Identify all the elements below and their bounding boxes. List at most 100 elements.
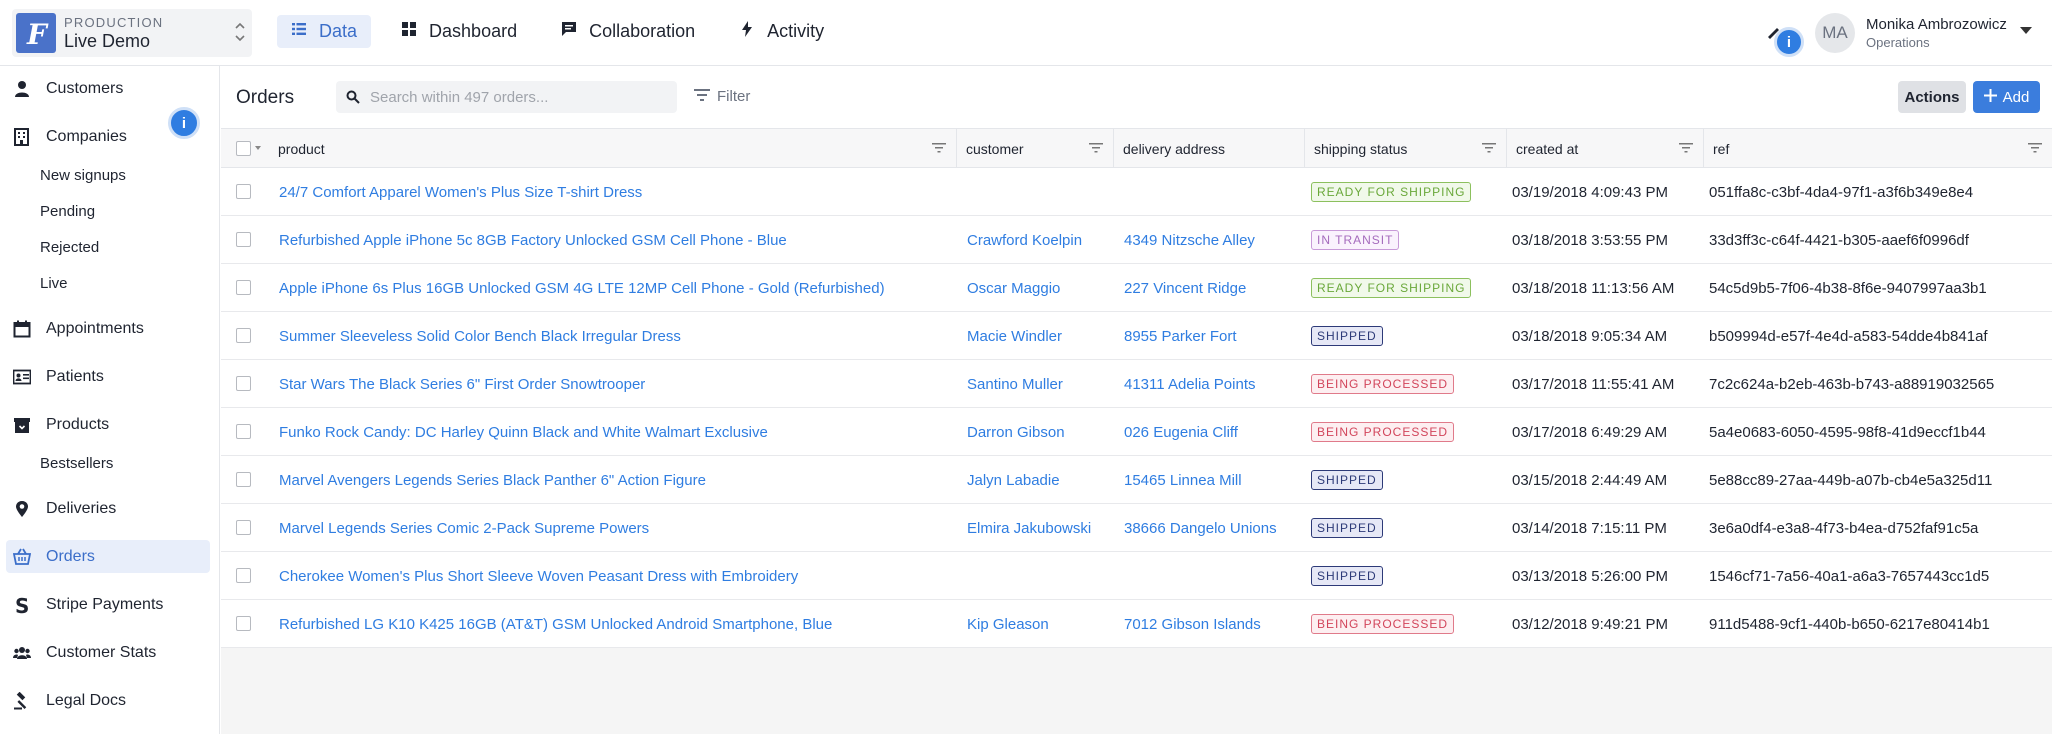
- nav-data[interactable]: Data: [277, 15, 372, 48]
- column-header-shipping-status[interactable]: shipping status: [1305, 129, 1507, 168]
- sidebar-subitem-bestsellers[interactable]: Bestsellers: [40, 455, 113, 472]
- customer-link[interactable]: Kip Gleason: [967, 600, 1107, 648]
- row-checkbox[interactable]: [236, 184, 251, 199]
- column-header-product[interactable]: product: [269, 129, 957, 168]
- delivery-address-link[interactable]: 7012 Gibson Islands: [1124, 600, 1304, 648]
- select-all-checkbox[interactable]: [236, 141, 251, 156]
- nav-dashboard[interactable]: Dashboard: [387, 15, 531, 48]
- row-checkbox[interactable]: [236, 328, 251, 343]
- product-link[interactable]: Refurbished Apple iPhone 5c 8GB Factory …: [279, 216, 949, 264]
- add-button[interactable]: Add: [1973, 81, 2040, 113]
- sidebar-item-patients[interactable]: Patients: [6, 360, 210, 393]
- delivery-address-link[interactable]: 4349 Nitzsche Alley: [1124, 216, 1304, 264]
- product-link[interactable]: Star Wars The Black Series 6" First Orde…: [279, 360, 949, 408]
- actions-button[interactable]: Actions: [1898, 81, 1966, 113]
- product-link[interactable]: Apple iPhone 6s Plus 16GB Unlocked GSM 4…: [279, 264, 949, 312]
- nav-collaboration[interactable]: Collaboration: [547, 15, 709, 48]
- table-row[interactable]: Cherokee Women's Plus Short Sleeve Woven…: [221, 552, 2052, 600]
- sidebar-subitem-pending[interactable]: Pending: [40, 203, 95, 220]
- column-filter-icon[interactable]: [932, 143, 946, 153]
- table-row[interactable]: Marvel Legends Series Comic 2-Pack Supre…: [221, 504, 2052, 552]
- delivery-address-link[interactable]: [1124, 552, 1304, 600]
- avatar[interactable]: MA: [1815, 13, 1855, 53]
- sidebar-subitem-rejected[interactable]: Rejected: [40, 239, 99, 256]
- customer-link[interactable]: Elmira Jakubowski: [967, 504, 1107, 552]
- search-box[interactable]: [336, 81, 677, 113]
- column-header-ref[interactable]: ref: [1704, 129, 2052, 168]
- customer-link[interactable]: Jalyn Labadie: [967, 456, 1107, 504]
- table-row[interactable]: Star Wars The Black Series 6" First Orde…: [221, 360, 2052, 408]
- calendar-icon: [12, 319, 32, 339]
- column-filter-icon[interactable]: [2028, 143, 2042, 153]
- delivery-address-link[interactable]: 8955 Parker Fort: [1124, 312, 1304, 360]
- product-link[interactable]: 24/7 Comfort Apparel Women's Plus Size T…: [279, 168, 949, 216]
- delivery-address-link[interactable]: 15465 Linnea Mill: [1124, 456, 1304, 504]
- sidebar-item-label: Customers: [46, 79, 124, 97]
- row-checkbox[interactable]: [236, 472, 251, 487]
- column-filter-icon[interactable]: [1679, 143, 1693, 153]
- delivery-address-link[interactable]: [1124, 168, 1304, 216]
- table-row[interactable]: Apple iPhone 6s Plus 16GB Unlocked GSM 4…: [221, 264, 2052, 312]
- customer-link[interactable]: [967, 552, 1107, 600]
- shipping-status-cell: SHIPPED: [1311, 312, 1501, 360]
- column-label: ref: [1713, 140, 1730, 157]
- row-checkbox[interactable]: [236, 424, 251, 439]
- sidebar-item-legal-docs[interactable]: Legal Docs: [6, 684, 210, 717]
- info-icon[interactable]: i: [168, 107, 200, 139]
- filter-icon: [694, 88, 710, 105]
- product-link[interactable]: Marvel Avengers Legends Series Black Pan…: [279, 456, 949, 504]
- column-filter-icon[interactable]: [1482, 143, 1496, 153]
- product-link[interactable]: Funko Rock Candy: DC Harley Quinn Black …: [279, 408, 949, 456]
- column-header-created-at[interactable]: created at: [1507, 129, 1704, 168]
- row-checkbox[interactable]: [236, 376, 251, 391]
- customer-link[interactable]: Santino Muller: [967, 360, 1107, 408]
- sidebar-item-appointments[interactable]: Appointments: [6, 312, 210, 345]
- filter-button[interactable]: Filter: [694, 88, 750, 105]
- table-row[interactable]: Funko Rock Candy: DC Harley Quinn Black …: [221, 408, 2052, 456]
- sidebar-item-stripe-payments[interactable]: S Stripe Payments: [6, 588, 210, 621]
- shipping-status-cell: SHIPPED: [1311, 456, 1501, 504]
- row-checkbox[interactable]: [236, 280, 251, 295]
- row-checkbox[interactable]: [236, 568, 251, 583]
- column-header-customer[interactable]: customer: [957, 129, 1114, 168]
- row-checkbox[interactable]: [236, 616, 251, 631]
- sidebar-item-deliveries[interactable]: Deliveries: [6, 492, 210, 525]
- delivery-address-link[interactable]: 026 Eugenia Cliff: [1124, 408, 1304, 456]
- sidebar-subitem-new-signups[interactable]: New signups: [40, 167, 126, 184]
- search-input[interactable]: [370, 81, 670, 113]
- table-row[interactable]: Marvel Avengers Legends Series Black Pan…: [221, 456, 2052, 504]
- sidebar-item-orders[interactable]: Orders: [6, 540, 210, 573]
- row-checkbox[interactable]: [236, 520, 251, 535]
- customer-link[interactable]: Darron Gibson: [967, 408, 1107, 456]
- product-link[interactable]: Refurbished LG K10 K425 16GB (AT&T) GSM …: [279, 600, 949, 648]
- sidebar-item-customers[interactable]: Customers: [6, 72, 210, 105]
- sidebar-item-customer-stats[interactable]: Customer Stats: [6, 636, 210, 669]
- delivery-address-link[interactable]: 227 Vincent Ridge: [1124, 264, 1304, 312]
- sidebar-subitem-live[interactable]: Live: [40, 275, 68, 292]
- product-link[interactable]: Marvel Legends Series Comic 2-Pack Supre…: [279, 504, 949, 552]
- info-icon[interactable]: i: [1774, 27, 1804, 57]
- nav-activity[interactable]: Activity: [725, 15, 838, 48]
- table-row[interactable]: Refurbished Apple iPhone 5c 8GB Factory …: [221, 216, 2052, 264]
- customer-link[interactable]: [967, 168, 1107, 216]
- delivery-address-link[interactable]: 41311 Adelia Points: [1124, 360, 1304, 408]
- table-row[interactable]: 24/7 Comfort Apparel Women's Plus Size T…: [221, 168, 2052, 216]
- environment-switcher[interactable]: F PRODUCTION Live Demo: [12, 9, 252, 57]
- table-row[interactable]: Summer Sleeveless Solid Color Bench Blac…: [221, 312, 2052, 360]
- shipping-status-cell: READY FOR SHIPPING: [1311, 264, 1501, 312]
- product-link[interactable]: Cherokee Women's Plus Short Sleeve Woven…: [279, 552, 949, 600]
- delivery-address-link[interactable]: 38666 Dangelo Unions: [1124, 504, 1304, 552]
- caret-down-icon[interactable]: [2020, 27, 2032, 34]
- customer-link[interactable]: Crawford Koelpin: [967, 216, 1107, 264]
- product-link[interactable]: Summer Sleeveless Solid Color Bench Blac…: [279, 312, 949, 360]
- customer-link[interactable]: Oscar Maggio: [967, 264, 1107, 312]
- row-checkbox[interactable]: [236, 232, 251, 247]
- customer-link[interactable]: Macie Windler: [967, 312, 1107, 360]
- user-name[interactable]: Monika Ambrozowicz: [1866, 16, 2007, 33]
- column-filter-icon[interactable]: [1089, 143, 1103, 153]
- caret-down-icon[interactable]: [255, 146, 261, 150]
- table-row[interactable]: Refurbished LG K10 K425 16GB (AT&T) GSM …: [221, 600, 2052, 648]
- sidebar-item-products[interactable]: Products: [6, 408, 210, 441]
- column-header-delivery-address[interactable]: delivery address: [1114, 129, 1305, 168]
- gavel-icon: [12, 691, 32, 711]
